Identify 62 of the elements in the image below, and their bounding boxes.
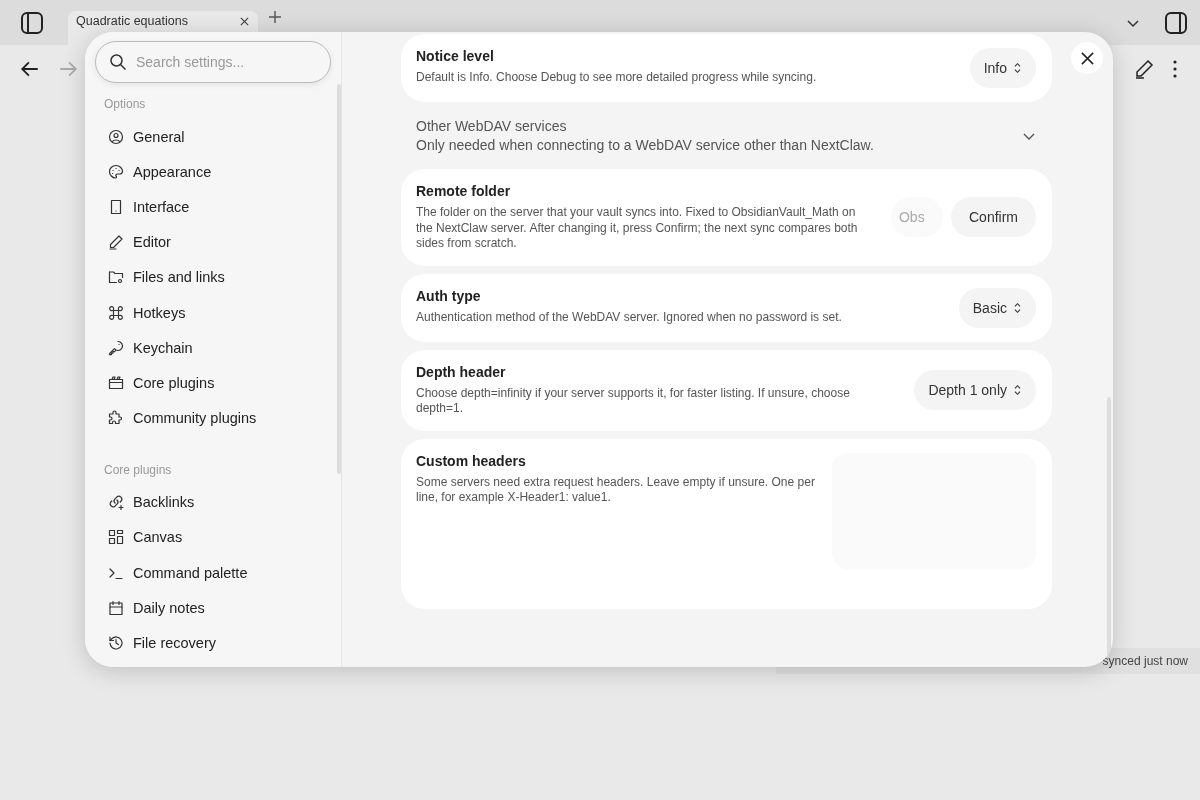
setting-title: Remote folder bbox=[416, 183, 512, 199]
back-arrow-icon[interactable] bbox=[20, 59, 40, 79]
sidebar-item[interactable]: Core plugins bbox=[104, 365, 331, 401]
setting-description: The folder on the server that your vault syncs into. Fixed to ObsidianVault_Math on the NextClaw server. After changing it, press Confirm; the next sync compares both sides from scratch. bbox=[416, 205, 859, 252]
sidebar-item[interactable]: Community plugins bbox=[104, 400, 331, 436]
close-icon bbox=[1079, 50, 1095, 66]
close-button[interactable] bbox=[1071, 42, 1103, 74]
menu-item-icon bbox=[108, 128, 124, 145]
dropdown[interactable]: Depth 1 only bbox=[914, 370, 1036, 410]
chevron-up-down-icon bbox=[1013, 384, 1022, 396]
setting-title: Depth header bbox=[416, 363, 507, 380]
sidebar-item[interactable]: Keychain bbox=[104, 330, 331, 366]
collapsible-section[interactable]: Other WebDAV services Only needed when connecting to a WebDAV service other than NextClaw. bbox=[401, 110, 1052, 161]
menu-item-icon bbox=[108, 410, 124, 427]
setting-description: Authentication method of the WebDAV server. Ignored when no password is set. bbox=[416, 309, 843, 325]
group-description: Only needed when connecting to a WebDAV service other than NextClaw. bbox=[416, 137, 875, 153]
confirm-button[interactable]: Confirm bbox=[951, 197, 1036, 238]
section-heading: Options bbox=[104, 97, 147, 113]
sidebar-item[interactable]: File recovery bbox=[104, 625, 331, 661]
sidebar-item[interactable]: Editor bbox=[104, 224, 331, 260]
sidebar-toggle-icon[interactable] bbox=[20, 10, 44, 35]
setting-title: Auth type bbox=[416, 287, 482, 304]
plus-icon[interactable] bbox=[268, 9, 282, 24]
folder-input[interactable]: Obs bbox=[891, 197, 943, 238]
sidebar-item[interactable]: Canvas bbox=[104, 519, 331, 556]
menu-item-icon bbox=[108, 529, 124, 546]
setting-title: Custom headers bbox=[416, 452, 527, 469]
dropdown[interactable]: Basic bbox=[958, 287, 1036, 328]
menu-item-icon bbox=[108, 494, 124, 511]
menu-item-icon bbox=[108, 269, 124, 286]
pencil-icon[interactable] bbox=[1134, 59, 1154, 79]
menu-item-icon bbox=[108, 339, 124, 356]
sidebar-item[interactable]: Hotkeys bbox=[104, 294, 331, 331]
sidebar-item[interactable]: Backlinks bbox=[104, 484, 331, 520]
setting-title: Notice level bbox=[416, 48, 495, 64]
menu-item-icon bbox=[108, 374, 124, 391]
sidebar-item[interactable]: Interface bbox=[104, 189, 331, 225]
chevron-up-down-icon bbox=[1013, 301, 1022, 314]
menu-item-icon bbox=[108, 163, 124, 180]
sidebar-item[interactable]: Appearance bbox=[104, 154, 331, 190]
setting-description: Choose depth=infinity if your server supports it, for faster listing. If unsure, choose depth=1. bbox=[416, 385, 851, 417]
chevron-up-down-icon bbox=[1013, 62, 1022, 74]
sidebar-item[interactable]: Files and links bbox=[104, 259, 331, 295]
menu-item-icon bbox=[108, 599, 124, 616]
menu-item-icon bbox=[108, 198, 124, 215]
sidebar-item[interactable]: General bbox=[104, 119, 331, 155]
sidebar-item[interactable]: Daily notes bbox=[104, 590, 331, 626]
search-icon bbox=[109, 53, 127, 71]
menu-item-icon bbox=[108, 304, 124, 321]
close-icon[interactable] bbox=[239, 15, 250, 27]
more-icon[interactable] bbox=[1172, 59, 1178, 79]
setting-description: Some servers need extra request headers. Leave empty if unsure. One per line, for example X-Header1: value1. bbox=[416, 474, 816, 506]
sync-status: synced just now bbox=[1102, 654, 1188, 668]
menu-item-icon bbox=[108, 234, 124, 251]
sidebar-toggle-icon[interactable] bbox=[1164, 10, 1188, 35]
dropdown[interactable]: Info bbox=[969, 48, 1036, 88]
section-heading: Core plugins bbox=[104, 462, 173, 479]
sidebar-item[interactable]: Command palette bbox=[104, 555, 331, 591]
group-title: Other WebDAV services bbox=[416, 118, 568, 134]
search-field[interactable]: Search settings... bbox=[95, 41, 331, 83]
menu-item-icon bbox=[108, 635, 124, 652]
setting-description: Default is Info. Choose Debug to see more detailed progress while syncing. bbox=[416, 70, 818, 86]
